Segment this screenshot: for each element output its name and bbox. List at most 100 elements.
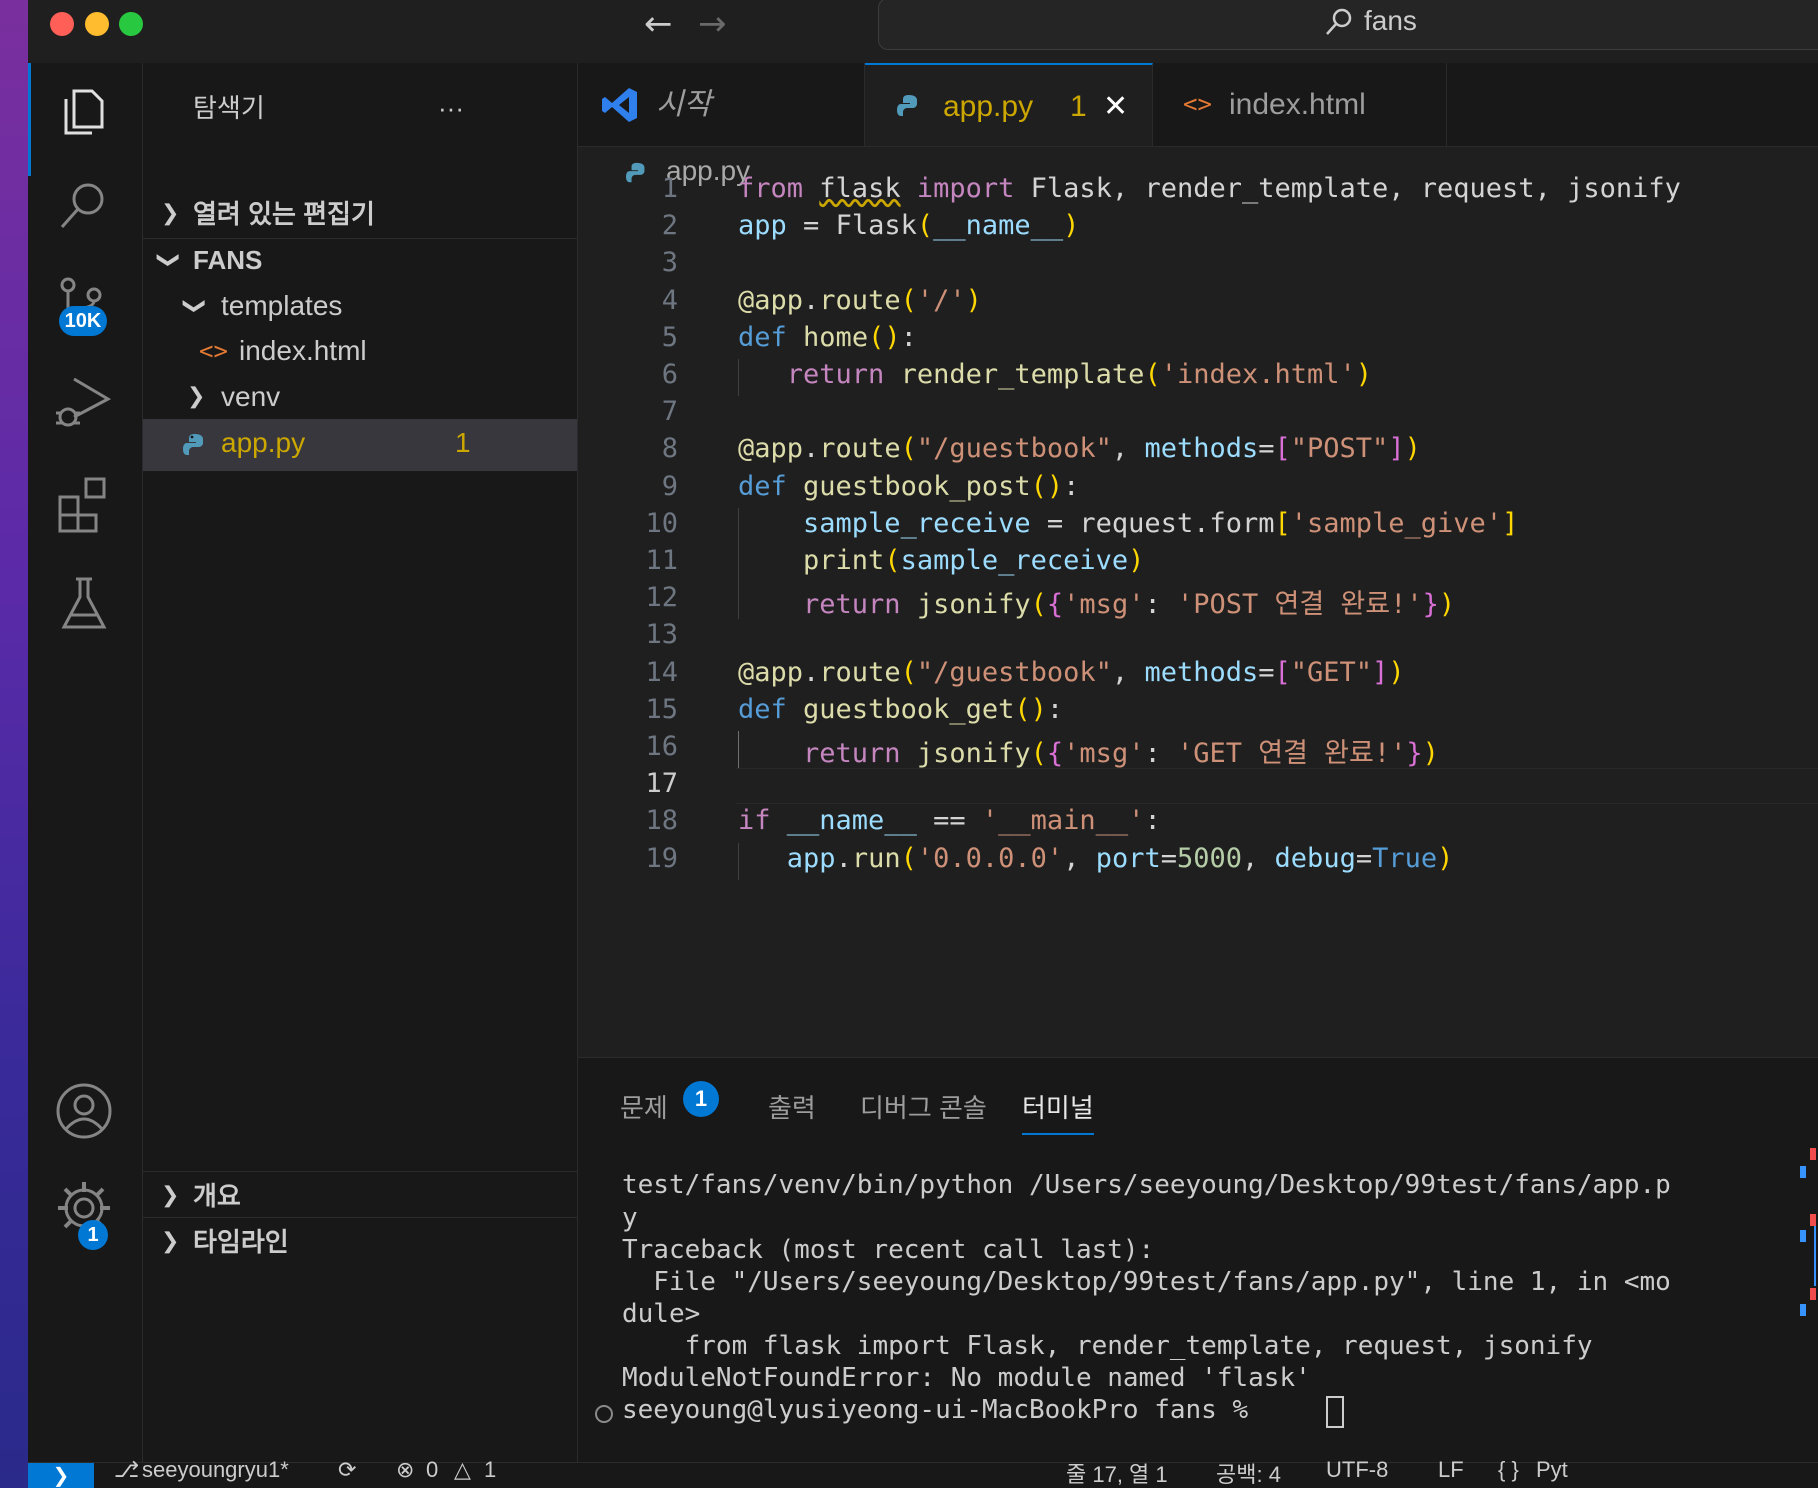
- code-line: from flask import Flask, render_template…: [738, 173, 1681, 204]
- code-line: app.run('0.0.0.0', port=5000, debug=True…: [786, 843, 1454, 874]
- extensions-icon[interactable]: [52, 471, 116, 535]
- code-line: return jsonify({'msg': 'POST 연결 완료!'}): [803, 589, 1456, 620]
- line-number: 8: [661, 433, 678, 464]
- zoom-window-button[interactable]: [119, 12, 143, 36]
- run-debug-icon[interactable]: [52, 371, 116, 435]
- terminal-prompt: seeyoung@lyusiyeong-ui-MacBookPro fans %: [622, 1395, 1264, 1425]
- tab-problems[interactable]: 문제: [620, 1088, 668, 1125]
- branch-icon: ⎇: [114, 1457, 140, 1482]
- templates-label: templates: [221, 290, 343, 321]
- warning-count[interactable]: 1: [484, 1457, 496, 1483]
- warning-icon: △: [454, 1457, 471, 1482]
- line-number: 16: [645, 731, 678, 762]
- cursor-position[interactable]: 줄 17, 열 1: [1066, 1457, 1168, 1488]
- line-number: 5: [661, 322, 678, 353]
- remote-indicator[interactable]: ❯: [28, 1463, 94, 1488]
- chevron-down-icon: ❯: [182, 296, 208, 316]
- error-icon: ⊗: [396, 1457, 415, 1482]
- tree-item-app-py[interactable]: app.py 1: [143, 419, 577, 471]
- error-count[interactable]: 0: [426, 1457, 438, 1483]
- code-line: @app.route('/'): [738, 285, 982, 316]
- back-arrow-icon[interactable]: ←: [644, 4, 673, 44]
- search-text: fans: [1364, 5, 1417, 36]
- tree-item-templates[interactable]: ❯ templates: [143, 282, 577, 330]
- line-number: 18: [645, 805, 678, 836]
- tab-output[interactable]: 출력: [768, 1088, 816, 1125]
- line-number: 11: [645, 545, 678, 576]
- prompt-circle-icon: [595, 1405, 613, 1423]
- tab-app-py[interactable]: app.py 1 ✕: [865, 63, 1153, 146]
- encoding[interactable]: UTF-8: [1326, 1457, 1388, 1483]
- eol[interactable]: LF: [1438, 1457, 1464, 1483]
- terminal-scrollbar[interactable]: [1800, 1148, 1816, 1454]
- python-file-icon: [183, 434, 203, 455]
- tree-item-venv[interactable]: ❯ venv: [143, 373, 577, 421]
- bottom-panel: 문제 1 출력 디버그 콘솔 터미널 test/fans/venv/bin/py…: [578, 1057, 1818, 1458]
- code-editor[interactable]: app.py 1 2 3 4 5 6 7 8 9 10 11 12 13 14 …: [578, 147, 1818, 1057]
- tab-problem-count: 1: [1070, 90, 1087, 123]
- timeline-label: 타임라인: [193, 1227, 289, 1257]
- venv-label: venv: [221, 381, 281, 412]
- app-py-label: app.py: [221, 427, 306, 458]
- tab-debug-console[interactable]: 디버그 콘솔: [860, 1088, 987, 1125]
- branch-name[interactable]: seeyoungryu1*: [142, 1457, 289, 1483]
- open-editors-label: 열려 있는 편집기: [193, 199, 375, 229]
- tab-index-html[interactable]: <> index.html: [1153, 63, 1447, 146]
- open-editors-section[interactable]: ❯ 열려 있는 편집기: [143, 190, 577, 239]
- tab-app-py-label: app.py: [943, 90, 1034, 123]
- terminal-line: test/fans/venv/bin/python /Users/seeyoun…: [622, 1170, 1671, 1200]
- line-number: 1: [661, 173, 678, 204]
- command-center-search[interactable]: fans: [878, 0, 1818, 50]
- close-tab-icon[interactable]: ✕: [1103, 65, 1128, 148]
- indentation[interactable]: 공백: 4: [1216, 1457, 1281, 1488]
- fans-folder-section[interactable]: ❯ FANS: [143, 236, 577, 284]
- chevron-down-icon: ❯: [156, 250, 182, 270]
- code-line: def guestbook_get():: [738, 694, 1064, 725]
- line-number: 4: [661, 285, 678, 316]
- line-number-current: 17: [645, 768, 678, 799]
- fans-folder-label: FANS: [193, 245, 263, 275]
- terminal-line: y: [622, 1203, 638, 1233]
- active-indicator: [28, 63, 31, 176]
- tab-terminal[interactable]: 터미널: [1022, 1088, 1094, 1135]
- problem-count: 1: [455, 427, 471, 458]
- title-bar: ← → fans: [28, 0, 1818, 64]
- status-bar: ❯ ⎇ seeyoungryu1* ⟳ ⊗ 0 △ 1 줄 17, 열 1 공백…: [28, 1457, 1818, 1488]
- outline-section[interactable]: ❯ 개요: [143, 1171, 577, 1220]
- testing-flask-icon[interactable]: [52, 571, 116, 635]
- sync-icon[interactable]: ⟳: [338, 1457, 356, 1483]
- terminal-line: Traceback (most recent call last):: [622, 1235, 1155, 1265]
- language-braces-icon: { }: [1498, 1457, 1519, 1482]
- scm-badge: 10K: [59, 306, 107, 336]
- chevron-right-icon: ❯: [161, 201, 180, 226]
- editor-tabs: 시작 app.py 1 ✕ <> index.html: [578, 63, 1818, 147]
- search-icon[interactable]: [52, 175, 116, 239]
- tree-item-index-html[interactable]: <> index.html: [143, 327, 577, 375]
- close-window-button[interactable]: [50, 12, 74, 36]
- explorer-icon[interactable]: [52, 77, 116, 141]
- code-line: @app.route("/guestbook", methods=["POST"…: [738, 433, 1421, 464]
- line-number: 7: [661, 396, 678, 427]
- line-number: 19: [645, 843, 678, 874]
- code-line: return render_template('index.html'): [786, 359, 1373, 390]
- terminal-line: ModuleNotFoundError: No module named 'fl…: [622, 1363, 1311, 1393]
- account-icon[interactable]: [52, 1079, 116, 1143]
- settings-badge: 1: [78, 1220, 108, 1250]
- current-line-highlight: [736, 768, 1818, 804]
- language-mode[interactable]: Pyt: [1536, 1457, 1568, 1483]
- code-line: sample_receive = request.form['sample_gi…: [803, 508, 1519, 539]
- code-line: if __name__ == '__main__':: [738, 805, 1161, 836]
- more-actions-icon[interactable]: ···: [438, 84, 464, 132]
- tab-index-html-label: index.html: [1229, 88, 1366, 121]
- index-html-label: index.html: [239, 335, 367, 366]
- html-file-icon: <>: [199, 337, 228, 365]
- timeline-section[interactable]: ❯ 타임라인: [143, 1217, 577, 1266]
- line-number: 2: [661, 210, 678, 241]
- line-number: 12: [645, 582, 678, 613]
- tab-welcome[interactable]: 시작: [578, 63, 865, 146]
- minimize-window-button[interactable]: [85, 12, 109, 36]
- terminal-line: dule>: [622, 1299, 701, 1329]
- explorer-header: 탐색기 ···: [143, 84, 577, 132]
- line-number: 9: [661, 471, 678, 502]
- forward-arrow-icon[interactable]: →: [698, 4, 727, 44]
